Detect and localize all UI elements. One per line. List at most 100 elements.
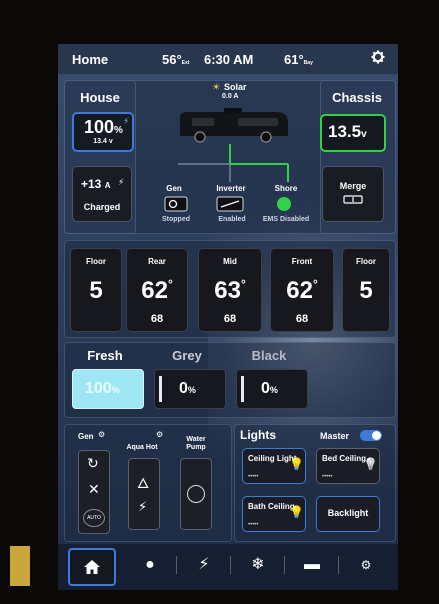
- inverter-label: Inverter: [216, 184, 246, 193]
- bulb-on-icon: 💡: [289, 457, 304, 471]
- charging-bolt-icon: ⚡: [123, 116, 130, 126]
- bulb-nav-icon: ●: [145, 556, 155, 573]
- gen-auto-icon[interactable]: AUTO: [83, 509, 105, 527]
- front-temp-value: 62: [286, 277, 313, 304]
- zone-front-setpoint: 68: [295, 313, 309, 325]
- inverter-status: Enabled: [218, 216, 246, 223]
- settings-gear-icon[interactable]: [371, 50, 385, 69]
- water-pump-button[interactable]: [180, 458, 212, 530]
- grey-tank-gauge[interactable]: 0%: [154, 369, 226, 409]
- solar-label: Solar: [224, 82, 247, 92]
- bath-ceiling-button[interactable]: Bath Ceiling ••••• 💡: [242, 496, 306, 532]
- rear-temp-value: 62: [141, 277, 168, 304]
- nav-divider: [176, 556, 177, 574]
- inverter-icon[interactable]: [216, 196, 244, 212]
- nav-climate[interactable]: ❄: [236, 548, 280, 582]
- house-status: Charged: [83, 202, 121, 212]
- nav-vehicle[interactable]: ▬: [290, 548, 334, 582]
- gen-stop-icon[interactable]: ✕: [88, 481, 100, 498]
- nav-power[interactable]: ⚡: [182, 548, 226, 582]
- house-battery-card[interactable]: 100% ⚡ 13.4 v: [72, 112, 134, 152]
- gen-start-icon[interactable]: ↻: [87, 455, 99, 472]
- floor-left-label: Floor: [86, 257, 106, 266]
- device-sticker: [10, 546, 30, 586]
- aqua-settings-gear-icon[interactable]: ⚙: [156, 430, 163, 439]
- vehicle-icon: ▬: [304, 556, 320, 573]
- house-percent-unit: %: [114, 125, 123, 136]
- pump-icon: [187, 485, 205, 503]
- grey-label: Grey: [172, 348, 202, 363]
- nav-home[interactable]: [68, 548, 116, 586]
- nav-lights[interactable]: ●: [128, 548, 172, 582]
- chassis-voltage-unit: v: [361, 129, 367, 140]
- black-unit: %: [269, 385, 278, 395]
- snowflake-icon: ❄: [251, 556, 265, 573]
- zone-front-temp: 62°: [286, 277, 318, 304]
- current-bolt-icon: ⚡: [118, 177, 125, 187]
- aqua-hot-control-stack: 🜂 ⚡: [128, 458, 160, 530]
- gen-source-label: Gen: [166, 184, 182, 193]
- black-tank-gauge[interactable]: 0%: [236, 369, 308, 409]
- gen-status: Stopped: [162, 216, 190, 223]
- master-label: Master: [320, 431, 350, 441]
- floor-right-value: 5: [359, 277, 373, 304]
- zone-mid-label: Mid: [223, 257, 237, 266]
- floor-right-card[interactable]: Floor 5: [342, 248, 390, 332]
- zone-rear-card[interactable]: Rear 62° 68: [126, 248, 188, 332]
- gen-settings-gear-icon[interactable]: ⚙: [98, 430, 105, 439]
- black-level-bar: [241, 376, 244, 402]
- nav-settings[interactable]: ⚙: [344, 548, 388, 582]
- house-title: House: [80, 90, 120, 105]
- grey-value-number: 0: [179, 380, 188, 397]
- settings-nav-icon: ⚙: [360, 558, 372, 572]
- bath-bulb-on-icon: 💡: [289, 505, 304, 519]
- bed-ceiling-label: Bed Ceiling: [322, 454, 367, 463]
- zone-front-label: Front: [291, 257, 313, 266]
- merge-button[interactable]: Merge: [322, 166, 384, 222]
- black-value: 0%: [261, 380, 278, 398]
- chassis-battery-card[interactable]: 13.5v: [320, 114, 386, 152]
- power-flow-lines: [178, 144, 289, 182]
- generator-icon[interactable]: [164, 196, 188, 212]
- grey-level-bar: [159, 376, 162, 402]
- fresh-tank-gauge[interactable]: 100%: [72, 369, 144, 409]
- zone-front-card[interactable]: Front 62° 68: [270, 248, 334, 332]
- grey-unit: %: [187, 385, 196, 395]
- chassis-title: Chassis: [332, 90, 382, 105]
- fresh-label: Fresh: [87, 348, 123, 363]
- electric-bolt-icon[interactable]: ⚡: [138, 499, 147, 515]
- top-bar: Home 56°Ext 6:30 AM 61°Bay: [58, 44, 398, 74]
- zone-rear-temp: 62°: [141, 277, 173, 304]
- home-icon: [84, 560, 100, 574]
- bath-ceiling-dots: •••••: [248, 522, 259, 528]
- house-current-card[interactable]: +13 A ⚡ Charged: [72, 166, 132, 222]
- house-percent: 100%: [84, 117, 123, 138]
- floor-left-value: 5: [89, 277, 103, 304]
- bolt-nav-icon: ⚡: [198, 556, 210, 573]
- nav-divider: [338, 556, 339, 574]
- black-value-number: 0: [261, 380, 270, 397]
- backlight-button[interactable]: Backlight: [316, 496, 380, 532]
- floor-left-card[interactable]: Floor 5: [70, 248, 122, 332]
- shore-power-icon[interactable]: [276, 196, 292, 212]
- gen-device-label: Gen: [78, 432, 94, 441]
- water-pump-label: Water Pump: [186, 436, 206, 451]
- gen-control-stack: ↻ ✕ AUTO: [78, 450, 110, 534]
- outside-temp-value: 56°: [162, 52, 182, 67]
- ceiling-light-dots: •••••: [248, 474, 259, 480]
- bed-ceiling-button[interactable]: Bed Ceiling ••••• 💡: [316, 448, 380, 484]
- zone-mid-card[interactable]: Mid 63° 68: [198, 248, 262, 332]
- master-toggle-knob: [372, 431, 381, 440]
- shore-status: EMS Disabled: [262, 216, 310, 223]
- flame-icon[interactable]: 🜂: [137, 467, 149, 496]
- ceiling-light-button[interactable]: Ceiling Light ••••• 💡: [242, 448, 306, 484]
- bay-temp-value: 61°: [284, 52, 304, 67]
- floor-right-label: Floor: [356, 257, 376, 266]
- merge-label: Merge: [339, 181, 367, 191]
- bay-temp-label: Bay: [303, 60, 313, 66]
- bed-ceiling-dots: •••••: [322, 474, 333, 480]
- zone-rear-setpoint: 68: [150, 313, 164, 325]
- nav-divider: [284, 556, 285, 574]
- fresh-unit: %: [111, 385, 120, 395]
- master-toggle[interactable]: [360, 430, 382, 441]
